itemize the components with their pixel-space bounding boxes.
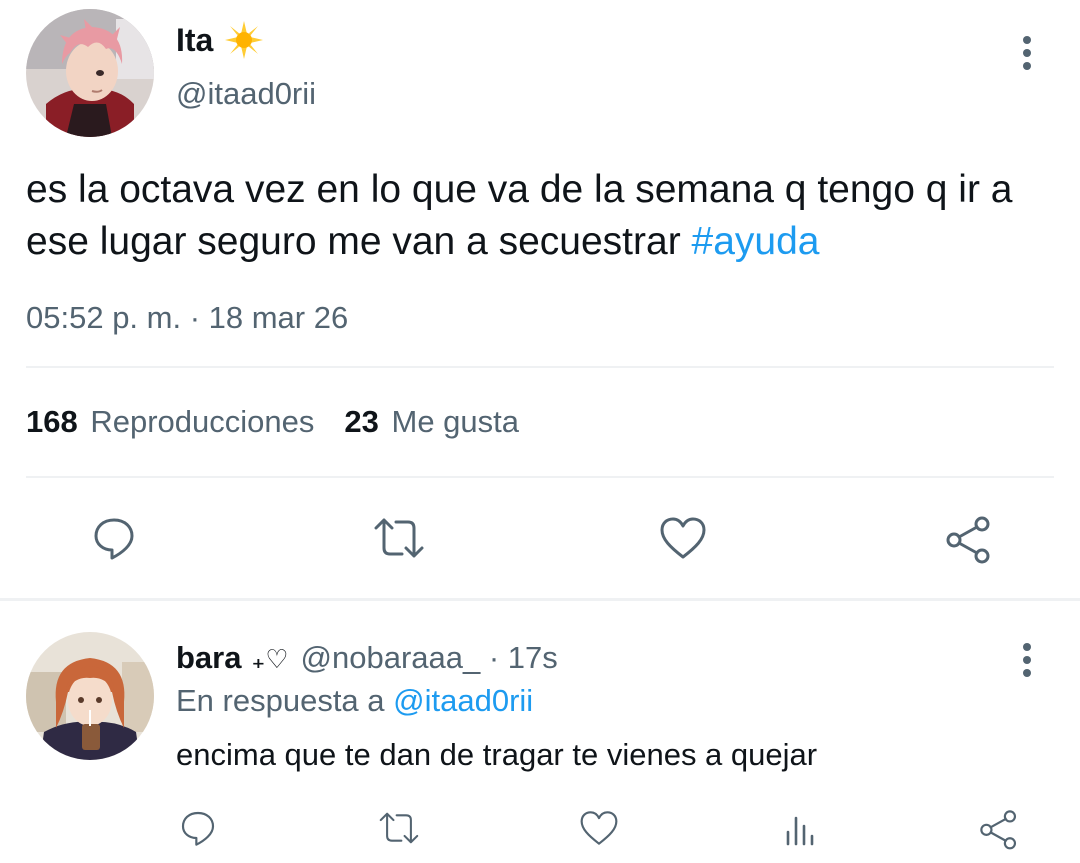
reply-icon[interactable] [88, 512, 140, 564]
tweet-text: es la octava vez en lo que va de la sema… [26, 164, 1076, 268]
divider [26, 366, 1054, 368]
replying-prefix: En respuesta a [176, 683, 394, 718]
retweet-icon[interactable] [370, 512, 428, 564]
reply-more-options-icon[interactable] [1021, 643, 1033, 682]
reply-analytics-icon[interactable] [778, 806, 822, 850]
reply-author-avatar[interactable] [26, 632, 154, 760]
section-divider [0, 598, 1080, 601]
views-stat[interactable]: 168 Reproducciones [26, 404, 314, 440]
reply-context: En respuesta a @itaad0rii [176, 683, 533, 719]
engagement-stats: 168 Reproducciones 23 Me gusta [26, 404, 519, 440]
author-avatar[interactable] [26, 9, 154, 137]
author-name-row: Ita [176, 20, 264, 60]
reply-header: bara ₊♡ @nobaraaa_ · 17s [176, 640, 558, 676]
share-icon[interactable] [942, 512, 996, 566]
anime-boy-avatar-image [26, 9, 154, 137]
tweet-body: es la octava vez en lo que va de la sema… [26, 168, 1013, 263]
views-label: Reproducciones [90, 404, 315, 439]
reply-handle-time[interactable]: @nobaraaa_ · 17s [301, 640, 558, 676]
divider [26, 476, 1054, 478]
more-options-icon[interactable] [1021, 36, 1033, 75]
reply-author-name[interactable]: bara [176, 640, 241, 676]
likes-label: Me gusta [391, 404, 520, 439]
reply-reply-icon[interactable] [176, 806, 220, 850]
reply-text: encima que te dan de tragar te vienes a … [176, 737, 818, 772]
like-icon[interactable] [656, 512, 710, 564]
sun-emoji-icon [225, 21, 264, 59]
reply-author-suffix: ₊♡ [251, 645, 289, 675]
hashtag-link[interactable]: #ayuda [692, 220, 820, 263]
likes-stat[interactable]: 23 Me gusta [344, 404, 519, 440]
replying-to-link[interactable]: @itaad0rii [393, 683, 533, 718]
views-count: 168 [26, 404, 78, 439]
likes-count: 23 [344, 404, 379, 439]
author-name[interactable]: Ita [176, 22, 213, 59]
author-handle[interactable]: @itaad0rii [176, 76, 316, 112]
reply-share-icon[interactable] [976, 806, 1022, 852]
anime-girl-avatar-image [26, 632, 154, 760]
reply-like-icon[interactable] [576, 806, 622, 850]
reply-retweet-icon[interactable] [374, 806, 424, 850]
tweet-timestamp[interactable]: 05:52 p. m. · 18 mar 26 [26, 300, 348, 336]
